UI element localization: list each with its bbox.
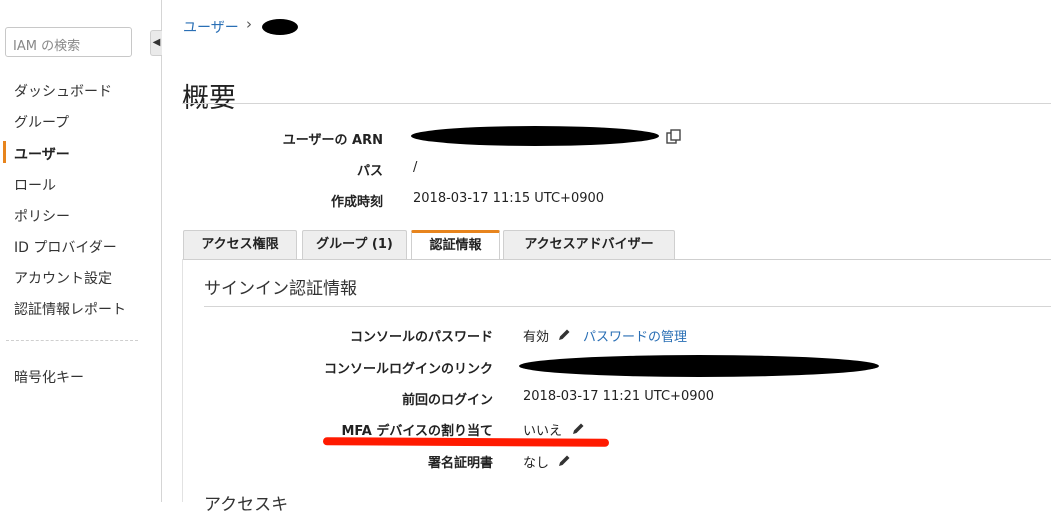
sidebar-divider [6, 340, 138, 342]
page-title: 概要 [182, 83, 236, 115]
red-annotation-underline [322, 437, 610, 447]
created-time-label: 作成時刻 [330, 195, 383, 210]
edit-password-pencil-icon[interactable] [557, 328, 571, 342]
active-indicator [3, 141, 6, 163]
created-time-value: 2018-03-17 11:15 UTC+0900 [413, 191, 605, 206]
signing-certificate-value: なし [523, 456, 550, 471]
path-value: / [413, 160, 418, 175]
tab-groups[interactable]: グループ (1) [302, 230, 407, 259]
sidebar-item-groups[interactable]: グループ [14, 112, 69, 132]
title-divider [182, 103, 1051, 104]
signing-certificate-label: 署名証明書 [427, 456, 493, 471]
breadcrumb-separator: › [246, 15, 252, 33]
copy-icon[interactable] [665, 128, 683, 146]
panel-border [182, 259, 183, 502]
sidebar-item-account-settings[interactable]: アカウント設定 [14, 268, 112, 288]
mfa-device-label: MFA デバイスの割り当て [341, 424, 493, 439]
manage-password-link[interactable]: パスワードの管理 [583, 326, 687, 345]
last-login-value: 2018-03-17 11:21 UTC+0900 [523, 389, 715, 404]
mfa-device-value: いいえ [523, 424, 563, 439]
sidebar-item-encryption-keys[interactable]: 暗号化キー [14, 367, 84, 387]
breadcrumb-redacted-username [262, 19, 298, 35]
sidebar: IAM の検索 ◀ ダッシュボード グループ ユーザー ロール ポリシー ID … [0, 0, 162, 502]
path-label: パス [356, 164, 383, 179]
console-password-label: コンソールのパスワード [349, 330, 493, 345]
console-login-link-redacted [519, 355, 879, 377]
sidebar-item-id-providers[interactable]: ID プロバイダー [14, 237, 117, 257]
access-keys-title: アクセスキ [204, 495, 289, 515]
last-login-label: 前回のログイン [401, 393, 493, 408]
tab-access-advisor[interactable]: アクセスアドバイザー [503, 230, 675, 259]
tab-divider [182, 259, 1051, 260]
sidebar-collapse-button[interactable]: ◀ [150, 30, 162, 56]
edit-mfa-pencil-icon[interactable] [571, 422, 585, 436]
section-divider [204, 306, 1051, 307]
console-password-value: 有効 [523, 330, 550, 345]
sidebar-item-roles[interactable]: ロール [14, 175, 56, 195]
sidebar-item-dashboard[interactable]: ダッシュボード [14, 81, 112, 101]
tab-permissions[interactable]: アクセス権限 [183, 230, 297, 259]
console-login-link-label: コンソールログインのリンク [323, 362, 493, 377]
arn-redacted-value [411, 126, 659, 146]
sidebar-item-credential-report[interactable]: 認証情報レポート [14, 299, 126, 319]
arn-label: ユーザーの ARN [282, 133, 383, 148]
sidebar-item-users[interactable]: ユーザー [14, 144, 70, 164]
iam-search-input[interactable]: IAM の検索 [5, 27, 132, 57]
sidebar-item-policies[interactable]: ポリシー [14, 206, 70, 226]
breadcrumb-users-link[interactable]: ユーザー [183, 17, 239, 37]
signin-credentials-title: サインイン認証情報 [204, 279, 357, 299]
edit-certificate-pencil-icon[interactable] [557, 454, 571, 468]
tab-security-credentials[interactable]: 認証情報 [411, 230, 500, 260]
